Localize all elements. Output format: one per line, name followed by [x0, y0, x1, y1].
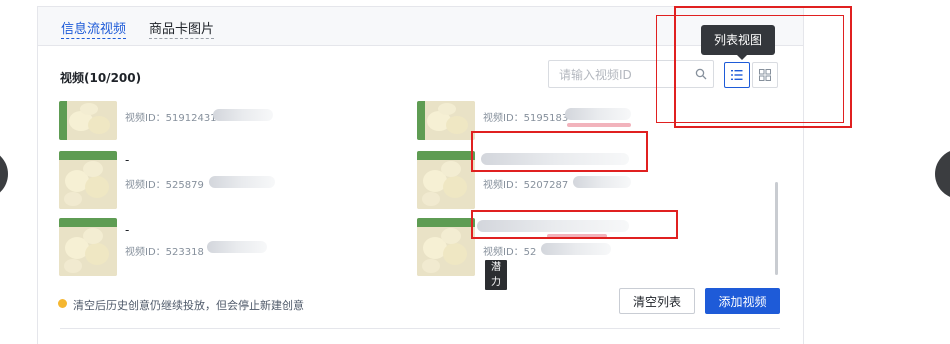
annotation-box	[471, 131, 648, 172]
redacted-mask	[213, 109, 273, 121]
notice-text: 清空后历史创意仍继续投放，但会停止新建创意	[73, 299, 304, 312]
prev-arrow-button[interactable]	[0, 149, 8, 199]
video-id: 视频ID：5207287	[483, 180, 569, 191]
redacted-mask	[207, 241, 267, 253]
video-thumbnail	[417, 151, 475, 209]
add-video-button[interactable]: 添加视频	[705, 288, 780, 314]
video-id: 视频ID：51912431	[125, 113, 217, 124]
video-name: -	[125, 223, 130, 237]
video-thumbnail	[417, 101, 475, 140]
video-id: 视频ID：525879	[125, 180, 204, 191]
redacted-mask	[573, 176, 631, 188]
video-id: 视频ID：5195183	[483, 113, 569, 124]
list-scrollbar[interactable]	[775, 182, 778, 275]
video-name: -	[125, 153, 130, 167]
video-thumbnail	[59, 101, 117, 140]
video-thumbnail	[417, 218, 475, 276]
annotation-box	[656, 15, 844, 123]
section-title: 视频(10/200)	[60, 71, 142, 85]
tab-feed-video[interactable]: 信息流视频	[61, 18, 127, 39]
redacted-mask	[567, 123, 631, 127]
video-id: 视频ID：523318	[125, 247, 204, 258]
tab-product-card-image[interactable]: 商品卡图片	[149, 18, 215, 39]
clear-list-button[interactable]: 清空列表	[619, 288, 695, 314]
tab-label: 商品卡图片	[149, 22, 215, 37]
video-thumbnail	[59, 218, 117, 276]
video-thumbnail	[59, 151, 117, 209]
redacted-mask	[209, 176, 275, 188]
annotation-box	[471, 210, 678, 239]
redacted-mask	[565, 108, 631, 120]
redacted-mask	[541, 243, 611, 255]
potential-tag: 潜力	[485, 260, 507, 290]
video-id: 视频ID：52	[483, 247, 537, 258]
next-arrow-button[interactable]	[935, 149, 950, 199]
warning-icon	[58, 299, 67, 308]
tab-label: 信息流视频	[61, 22, 127, 37]
divider	[60, 328, 780, 329]
